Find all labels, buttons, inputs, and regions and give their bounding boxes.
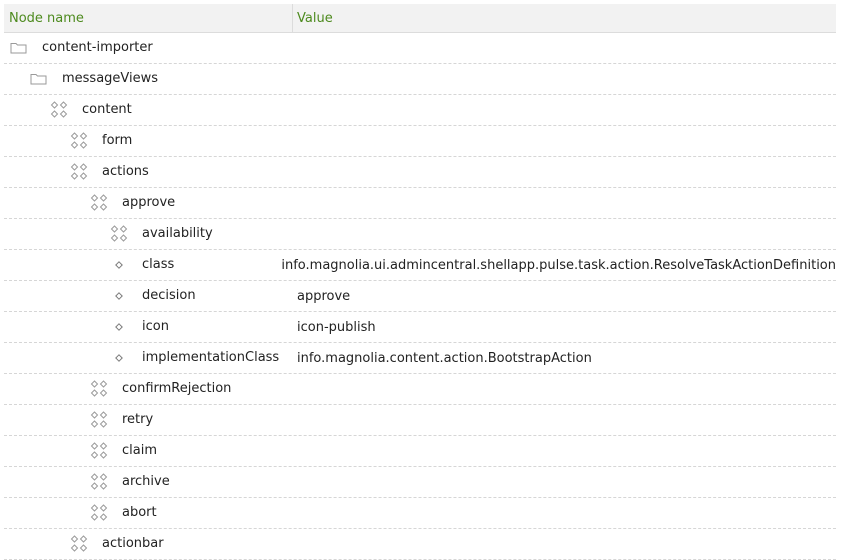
node-name-label: form bbox=[102, 133, 133, 148]
node-name-label: claim bbox=[122, 443, 158, 458]
node-name-label: icon bbox=[142, 319, 169, 334]
node-name-cell[interactable]: archive bbox=[4, 467, 293, 497]
table-row[interactable]: content-importer bbox=[4, 33, 836, 64]
table-row[interactable]: archive bbox=[4, 467, 836, 498]
table-row[interactable]: actions bbox=[4, 157, 836, 188]
node-value-cell[interactable]: icon-publish bbox=[293, 320, 376, 335]
folder-icon bbox=[10, 41, 27, 54]
node-name-cell[interactable]: messageViews bbox=[4, 64, 293, 94]
table-header: Node name Value bbox=[4, 4, 836, 33]
property-icon bbox=[115, 292, 123, 300]
table-row[interactable]: abort bbox=[4, 498, 836, 529]
node-name-cell[interactable]: claim bbox=[4, 436, 293, 466]
node-name-label: availability bbox=[142, 226, 213, 241]
content-node-icon bbox=[90, 504, 108, 522]
table-row[interactable]: actionbar bbox=[4, 529, 836, 560]
node-name-label: content bbox=[82, 102, 132, 117]
node-name-cell[interactable]: class bbox=[4, 250, 277, 280]
content-node-icon bbox=[110, 225, 128, 243]
column-header-node-name[interactable]: Node name bbox=[4, 11, 292, 26]
node-value-cell[interactable]: info.magnolia.ui.admincentral.shellapp.p… bbox=[277, 258, 836, 273]
node-name-label: abort bbox=[122, 505, 157, 520]
table-row[interactable]: implementationClass info.magnolia.content… bbox=[4, 343, 836, 374]
node-tree-table: Node name Value content-importer messageV… bbox=[4, 4, 836, 560]
node-name-cell[interactable]: icon bbox=[4, 312, 293, 342]
table-row[interactable]: messageViews bbox=[4, 64, 836, 95]
content-node-icon bbox=[70, 132, 88, 150]
node-name-cell[interactable]: approve bbox=[4, 188, 293, 218]
table-body: content-importer messageViews content form a… bbox=[4, 33, 836, 560]
property-icon bbox=[115, 354, 123, 362]
node-name-cell[interactable]: actionbar bbox=[4, 529, 293, 559]
node-name-label: confirmRejection bbox=[122, 381, 232, 396]
content-node-icon bbox=[70, 163, 88, 181]
table-row[interactable]: content bbox=[4, 95, 836, 126]
node-name-label: actionbar bbox=[102, 536, 164, 551]
node-name-label: messageViews bbox=[62, 71, 159, 86]
node-name-cell[interactable]: decision bbox=[4, 281, 293, 311]
column-divider[interactable] bbox=[292, 4, 293, 32]
node-name-cell[interactable]: availability bbox=[4, 219, 293, 249]
node-value-cell[interactable]: info.magnolia.content.action.BootstrapAc… bbox=[293, 351, 592, 366]
content-node-icon bbox=[90, 442, 108, 460]
content-node-icon bbox=[50, 101, 68, 119]
node-name-cell[interactable]: implementationClass bbox=[4, 343, 293, 373]
node-name-cell[interactable]: content bbox=[4, 95, 293, 125]
node-value-cell[interactable]: approve bbox=[293, 289, 350, 304]
node-name-label: approve bbox=[122, 195, 176, 210]
content-node-icon bbox=[90, 473, 108, 491]
node-name-label: content-importer bbox=[42, 40, 153, 55]
content-node-icon bbox=[70, 535, 88, 553]
node-name-label: retry bbox=[122, 412, 154, 427]
content-node-icon bbox=[90, 194, 108, 212]
table-row[interactable]: retry bbox=[4, 405, 836, 436]
node-name-cell[interactable]: confirmRejection bbox=[4, 374, 293, 404]
node-name-cell[interactable]: form bbox=[4, 126, 293, 156]
table-row[interactable]: class info.magnolia.ui.admincentral.shell… bbox=[4, 250, 836, 281]
content-node-icon bbox=[90, 411, 108, 429]
node-name-cell[interactable]: content-importer bbox=[4, 33, 293, 63]
table-row[interactable]: icon icon-publish bbox=[4, 312, 836, 343]
node-name-label: archive bbox=[122, 474, 170, 489]
content-node-icon bbox=[90, 380, 108, 398]
table-row[interactable]: form bbox=[4, 126, 836, 157]
property-icon bbox=[115, 323, 123, 331]
node-name-cell[interactable]: retry bbox=[4, 405, 293, 435]
folder-icon bbox=[30, 72, 47, 85]
table-row[interactable]: approve bbox=[4, 188, 836, 219]
property-icon bbox=[115, 261, 123, 269]
table-row[interactable]: decision approve bbox=[4, 281, 836, 312]
table-row[interactable]: claim bbox=[4, 436, 836, 467]
node-name-label: actions bbox=[102, 164, 149, 179]
node-name-label: decision bbox=[142, 288, 196, 303]
table-row[interactable]: confirmRejection bbox=[4, 374, 836, 405]
node-name-cell[interactable]: actions bbox=[4, 157, 293, 187]
node-name-cell[interactable]: abort bbox=[4, 498, 293, 528]
node-name-label: class bbox=[142, 257, 175, 272]
column-header-value[interactable]: Value bbox=[292, 11, 333, 26]
node-name-label: implementationClass bbox=[142, 350, 280, 365]
table-row[interactable]: availability bbox=[4, 219, 836, 250]
